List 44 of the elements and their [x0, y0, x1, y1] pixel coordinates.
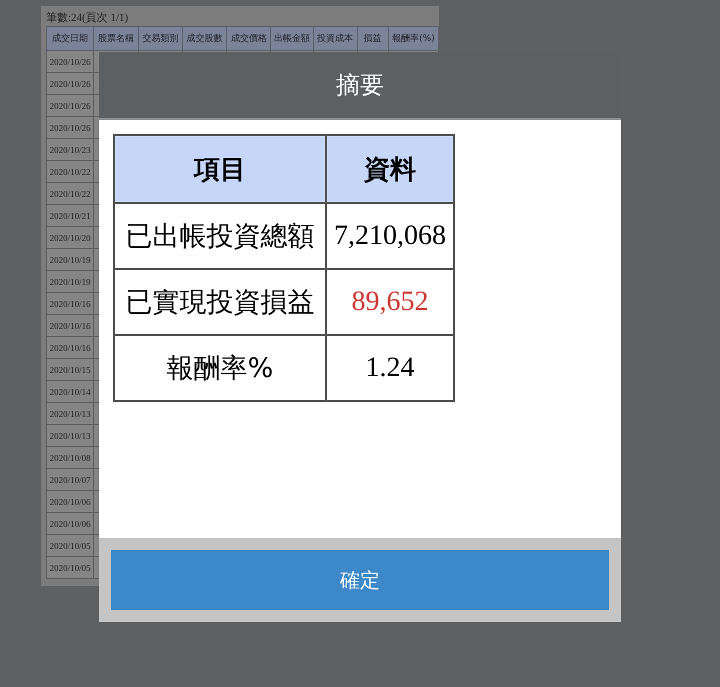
date-cell: 2020/10/07: [46, 468, 94, 490]
date-cell: 2020/10/19: [46, 248, 94, 270]
date-cell: 2020/10/19: [46, 270, 94, 292]
column-header: 出帳金額: [270, 26, 314, 50]
date-cell: 2020/10/22: [46, 182, 94, 204]
date-cell: 2020/10/16: [46, 314, 94, 336]
date-cell: 2020/10/13: [46, 424, 94, 446]
summary-label-cell: 報酬率%: [114, 335, 326, 401]
column-header: 投資成本: [313, 26, 358, 50]
summary-value-cell: 89,652: [326, 269, 454, 335]
date-cell: 2020/10/05: [46, 556, 94, 578]
date-cell: 2020/10/05: [46, 534, 94, 556]
summary-column-header: 項目: [114, 135, 326, 203]
date-cell: 2020/10/14: [46, 380, 94, 402]
dialog-title: 摘要: [336, 70, 384, 101]
summary-column-header: 資料: [326, 135, 454, 203]
date-cell: 2020/10/26: [46, 72, 94, 94]
summary-label-cell: 已出帳投資總額: [114, 203, 326, 269]
date-cell: 2020/10/08: [46, 446, 94, 468]
column-header: 報酬率(%): [388, 26, 438, 50]
date-cell: 2020/10/06: [46, 512, 94, 534]
record-count: 筆數:24(頁次 1/1): [46, 11, 130, 26]
summary-value-cell: 7,210,068: [326, 203, 454, 269]
date-cell: 2020/10/23: [46, 138, 94, 160]
column-header: 成交價格: [226, 26, 271, 50]
column-header: 交易類別: [138, 26, 183, 50]
date-cell: 2020/10/13: [46, 402, 94, 424]
date-cell: 2020/10/22: [46, 160, 94, 182]
date-cell: 2020/10/26: [46, 116, 94, 138]
date-cell: 2020/10/15: [46, 358, 94, 380]
column-header: 成交日期: [46, 26, 94, 50]
column-header: 股票名稱: [94, 26, 139, 50]
date-cell: 2020/10/20: [46, 226, 94, 248]
date-cell: 2020/10/16: [46, 336, 94, 358]
date-cell: 2020/10/21: [46, 204, 94, 226]
column-header: 成交股數: [182, 26, 227, 50]
summary-label-cell: 已實現投資損益: [114, 269, 326, 335]
date-cell: 2020/10/26: [46, 94, 94, 116]
date-cell: 2020/10/06: [46, 490, 94, 512]
column-header: 損益: [357, 26, 388, 50]
date-cell: 2020/10/26: [46, 50, 94, 72]
date-cell: 2020/10/16: [46, 292, 94, 314]
confirm-button[interactable]: 確定: [111, 550, 609, 610]
summary-value-cell: 1.24: [326, 335, 454, 401]
